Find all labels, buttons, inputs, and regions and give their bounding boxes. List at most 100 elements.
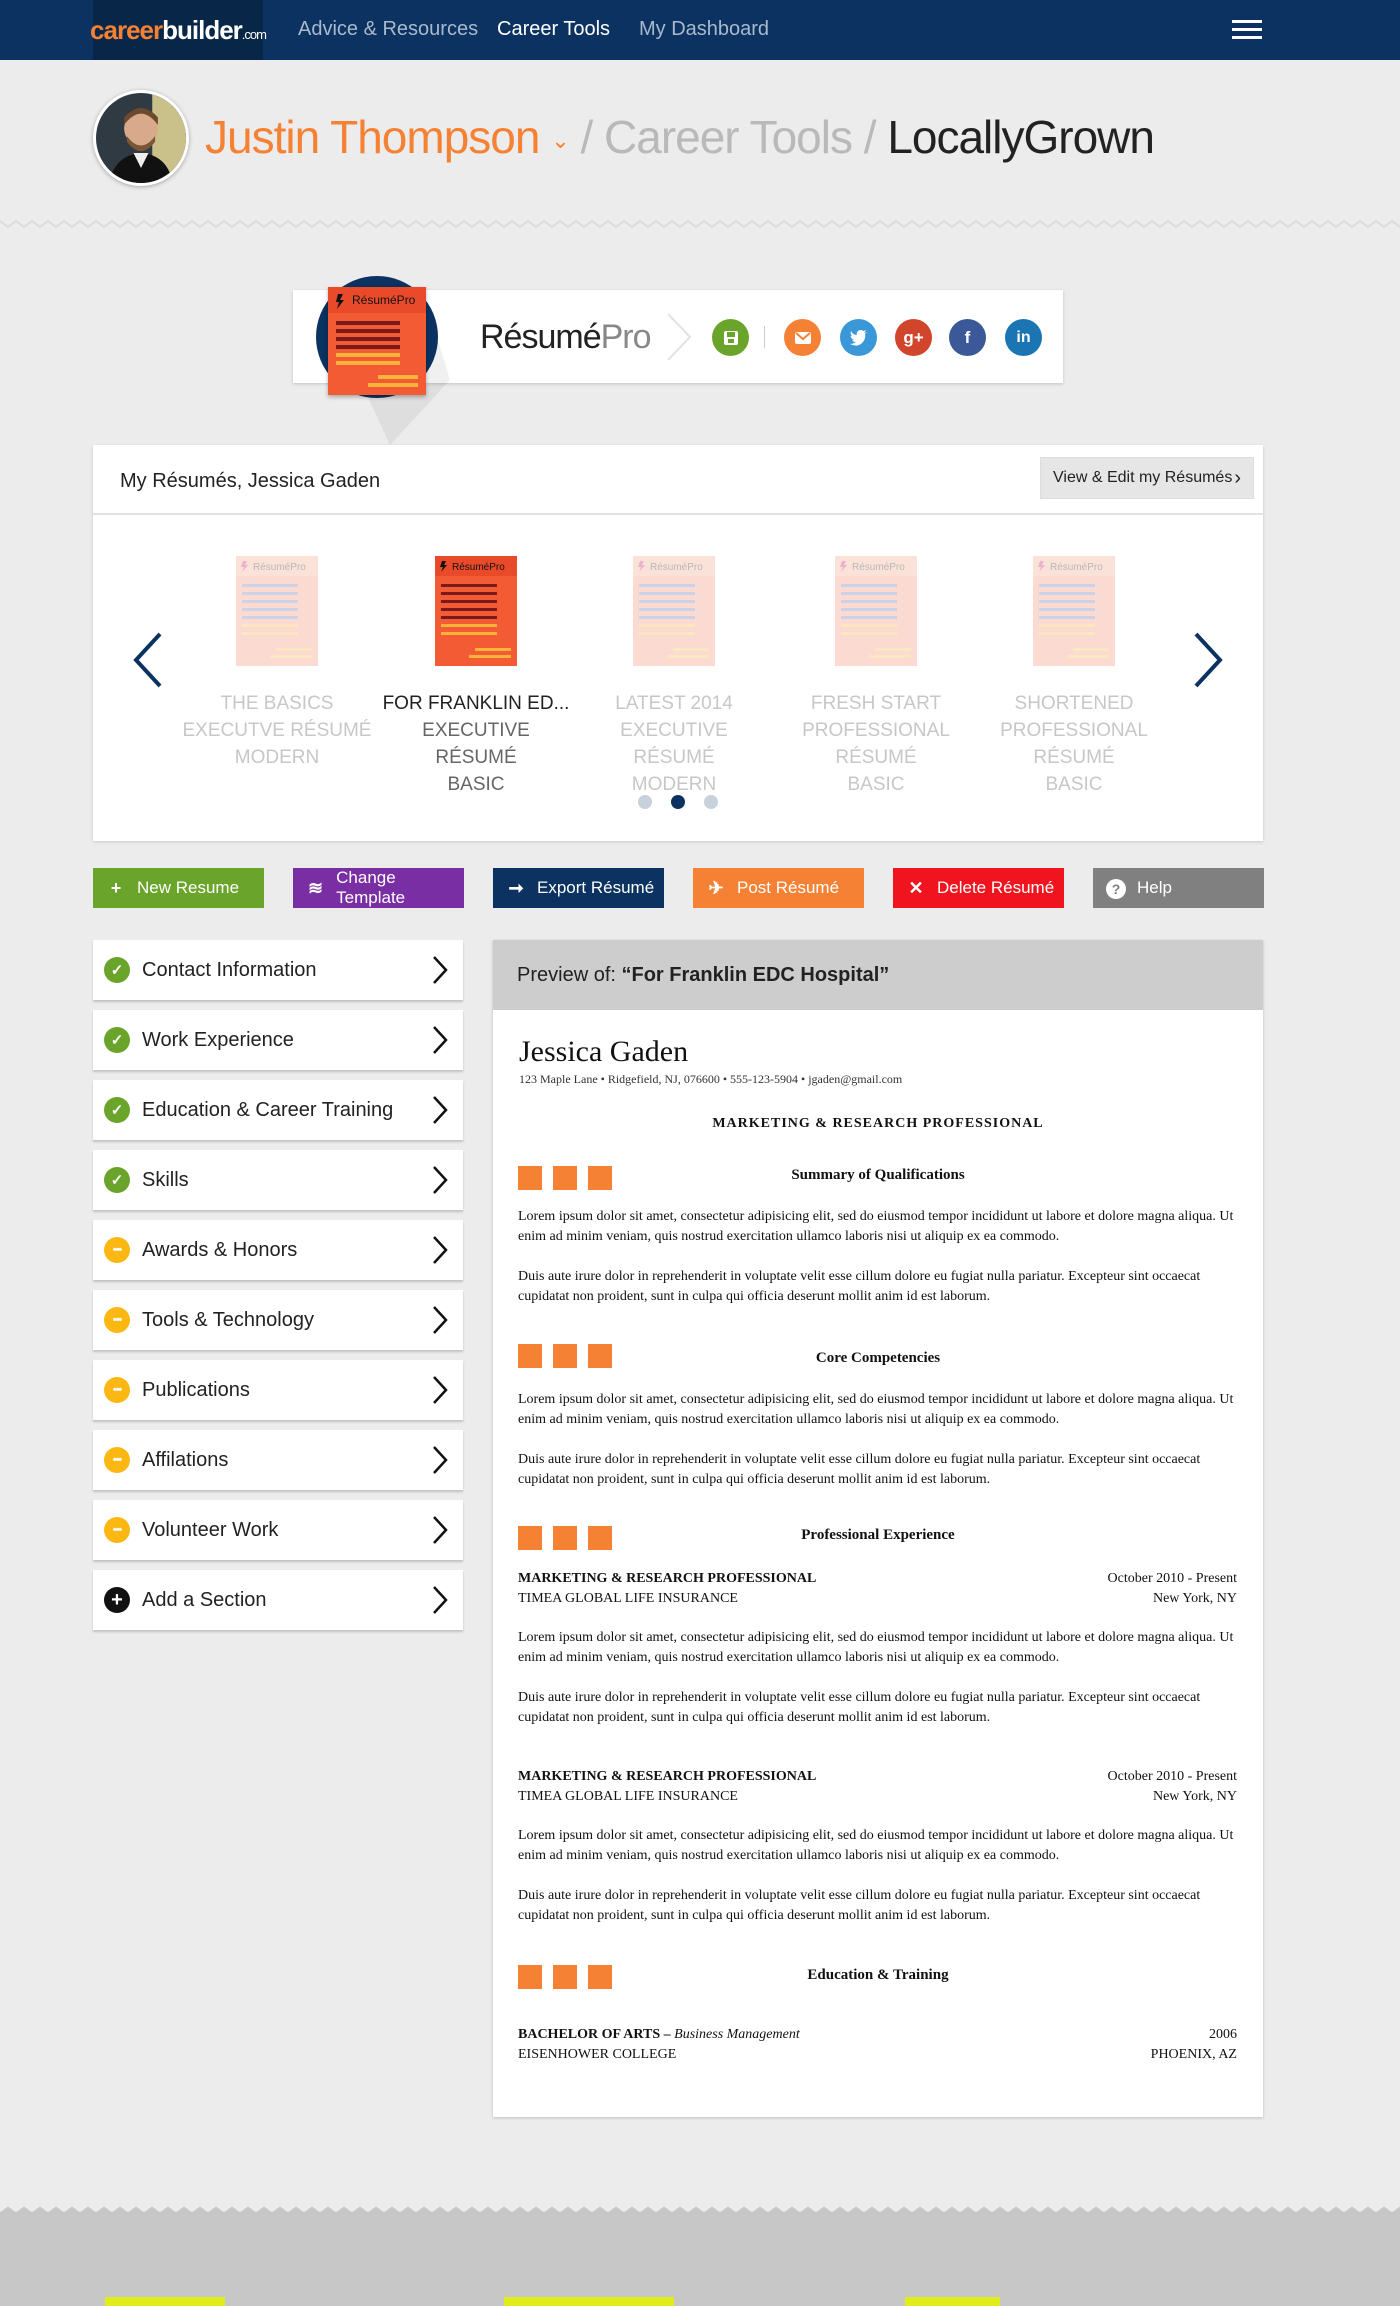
export-resume-label: Export Résumé bbox=[537, 878, 655, 897]
facebook-icon[interactable]: f bbox=[949, 319, 986, 356]
close-icon: ✕ bbox=[908, 877, 924, 898]
resume-label[interactable]: THE BASICS EXECUTVE RÉSUMÉ MODERN bbox=[182, 690, 372, 771]
resume-style: MODERN bbox=[631, 774, 717, 795]
resume-paragraph: Duis aute irure dolor in reprehenderit i… bbox=[518, 1452, 1201, 1487]
carousel-dot[interactable] bbox=[638, 795, 652, 809]
resume-thumbnail[interactable]: RésuméPro bbox=[835, 556, 917, 666]
carousel-next-arrow[interactable] bbox=[1190, 630, 1226, 690]
section-label: Contact Information bbox=[142, 958, 317, 981]
section-item[interactable]: ••• Awards & Honors bbox=[93, 1220, 463, 1280]
chevron-right-icon bbox=[433, 1446, 448, 1474]
post-resume-button[interactable]: ✈ Post Résumé bbox=[693, 868, 864, 908]
chevron-right-icon bbox=[433, 1096, 448, 1124]
section-item[interactable]: ✓ Education & Career Training bbox=[93, 1080, 463, 1140]
resume-paragraph: Duis aute irure dolor in reprehenderit i… bbox=[518, 1888, 1201, 1923]
carousel-dot[interactable] bbox=[704, 795, 718, 809]
section-label: Volunteer Work bbox=[142, 1518, 279, 1541]
nav-link-dashboard[interactable]: My Dashboard bbox=[639, 18, 769, 41]
help-icon: ? bbox=[1105, 878, 1127, 899]
change-template-button[interactable]: ≋ Change Template bbox=[293, 868, 464, 908]
chevron-right-icon bbox=[433, 956, 448, 984]
resume-thumbnail[interactable]: RésuméPro bbox=[435, 556, 517, 666]
plus-icon: + bbox=[104, 1587, 130, 1613]
section-item[interactable]: ✓ Contact Information bbox=[93, 940, 463, 1000]
resume-headline: MARKETING & RESEARCH PROFESSIONAL bbox=[712, 1116, 1044, 1131]
resume-type: PROFESSIONAL RÉSUMÉ bbox=[802, 720, 950, 768]
section-item[interactable]: ✓ Skills bbox=[93, 1150, 463, 1210]
waves-icon: ≋ bbox=[308, 877, 324, 898]
check-icon: ✓ bbox=[104, 1167, 130, 1193]
new-resume-label: New Resume bbox=[137, 878, 240, 897]
resume-style: BASIC bbox=[447, 774, 505, 795]
view-edit-resumes-button[interactable]: View & Edit my Résumés › bbox=[1040, 457, 1254, 499]
pending-icon: ••• bbox=[104, 1447, 130, 1473]
zigzag-divider bbox=[0, 219, 1400, 229]
edu-location: PHOENIX, AZ bbox=[1150, 2047, 1237, 2062]
check-icon: ✓ bbox=[104, 957, 130, 983]
resume-contact: 123 Maple Lane • Ridgefield, NJ, 076600 … bbox=[519, 1072, 903, 1086]
section-item[interactable]: + Add a Section bbox=[93, 1570, 463, 1630]
section-heading-competencies: Core Competencies bbox=[815, 1350, 941, 1366]
resume-name: Jessica Gaden bbox=[519, 1035, 689, 1068]
carousel-dot[interactable] bbox=[671, 795, 685, 809]
section-heading-qualifications: Summary of Qualifications bbox=[791, 1167, 965, 1183]
section-item[interactable]: ••• Publications bbox=[93, 1360, 463, 1420]
carousel-prev-arrow[interactable] bbox=[130, 630, 166, 690]
preview-title: “For Franklin EDC Hospital” bbox=[621, 964, 890, 986]
edu-year: 2006 bbox=[1209, 2027, 1237, 2042]
careerbuilder-logo[interactable]: career builder .com bbox=[90, 0, 267, 60]
section-label: Work Experience bbox=[142, 1028, 294, 1051]
job-company: TIMEA GLOBAL LIFE INSURANCE bbox=[518, 1789, 738, 1804]
resume-thumbnail[interactable]: RésuméPro bbox=[633, 556, 715, 666]
new-resume-button[interactable]: + New Resume bbox=[93, 868, 264, 908]
delete-resume-button[interactable]: ✕ Delete Résumé bbox=[893, 868, 1064, 908]
help-button[interactable]: ? Help bbox=[1093, 868, 1264, 908]
job-company: TIMEA GLOBAL LIFE INSURANCE bbox=[518, 1591, 738, 1606]
resume-name: LATEST 2014 bbox=[615, 693, 733, 714]
email-icon[interactable] bbox=[784, 319, 821, 356]
breadcrumb: Justin Thompson ⌄ / Career Tools / Local… bbox=[205, 110, 1155, 164]
nav-link-advice[interactable]: Advice & Resources bbox=[298, 18, 478, 41]
preview-header: Preview of: “For Franklin EDC Hospital” bbox=[493, 940, 1263, 1010]
resume-thumbnail[interactable]: RésuméPro bbox=[236, 556, 318, 666]
pending-icon: ••• bbox=[104, 1377, 130, 1403]
chevron-right-icon bbox=[433, 1166, 448, 1194]
resume-type: PROFESSIONAL RÉSUMÉ bbox=[1000, 720, 1148, 768]
export-resume-button[interactable]: ➞ Export Résumé bbox=[493, 868, 664, 908]
resume-paragraph: Duis aute irure dolor in reprehenderit i… bbox=[518, 1690, 1201, 1725]
chevron-right-icon: › bbox=[1234, 467, 1241, 489]
section-label: Education & Career Training bbox=[142, 1098, 394, 1121]
section-item[interactable]: ••• Tools & Technology bbox=[93, 1290, 463, 1350]
svg-text:RésuméPro: RésuméPro bbox=[852, 562, 905, 573]
resume-thumbnail[interactable]: RésuméPro bbox=[1033, 556, 1115, 666]
chevron-right-icon bbox=[433, 1376, 448, 1404]
breadcrumb-career-tools[interactable]: Career Tools bbox=[604, 111, 853, 163]
google-plus-icon[interactable]: g+ bbox=[895, 319, 932, 356]
resume-label[interactable]: LATEST 2014 EXECUTIVE RÉSUMÉ MODERN bbox=[579, 690, 769, 798]
pending-icon: ••• bbox=[104, 1517, 130, 1543]
resume-style: BASIC bbox=[1045, 774, 1103, 795]
section-label: Affilations bbox=[142, 1448, 229, 1471]
save-icon[interactable] bbox=[712, 319, 749, 356]
edu-degree: BACHELOR OF ARTS – Business Management bbox=[518, 2027, 800, 2043]
edu-degree-text: BACHELOR OF ARTS – bbox=[518, 2027, 675, 2042]
breadcrumb-user[interactable]: Justin Thompson bbox=[205, 111, 540, 163]
logo-part-builder: builder bbox=[162, 14, 243, 45]
section-item[interactable]: ✓ Work Experience bbox=[93, 1010, 463, 1070]
menu-icon[interactable] bbox=[1232, 20, 1262, 40]
section-label: Add a Section bbox=[142, 1588, 267, 1611]
avatar[interactable] bbox=[93, 90, 189, 186]
section-label: Awards & Honors bbox=[142, 1238, 298, 1261]
resume-label[interactable]: SHORTENED PROFESSIONAL RÉSUMÉ BASIC bbox=[979, 690, 1169, 798]
resume-label[interactable]: FOR FRANKLIN ED... EXECUTIVE RÉSUMÉ BASIC bbox=[381, 690, 571, 798]
job-location: New York, NY bbox=[1152, 1591, 1237, 1606]
nav-link-career-tools[interactable]: Career Tools bbox=[497, 18, 610, 41]
view-edit-label: View & Edit my Résumés bbox=[1053, 469, 1233, 486]
chevron-down-icon[interactable]: ⌄ bbox=[551, 128, 569, 154]
section-item[interactable]: ••• Volunteer Work bbox=[93, 1500, 463, 1560]
twitter-icon[interactable] bbox=[840, 319, 877, 356]
section-item[interactable]: ••• Affilations bbox=[93, 1430, 463, 1490]
linkedin-icon[interactable]: in bbox=[1005, 319, 1042, 356]
resume-label[interactable]: FRESH START PROFESSIONAL RÉSUMÉ BASIC bbox=[781, 690, 971, 798]
job-dates: October 2010 - Present bbox=[1107, 1769, 1237, 1784]
